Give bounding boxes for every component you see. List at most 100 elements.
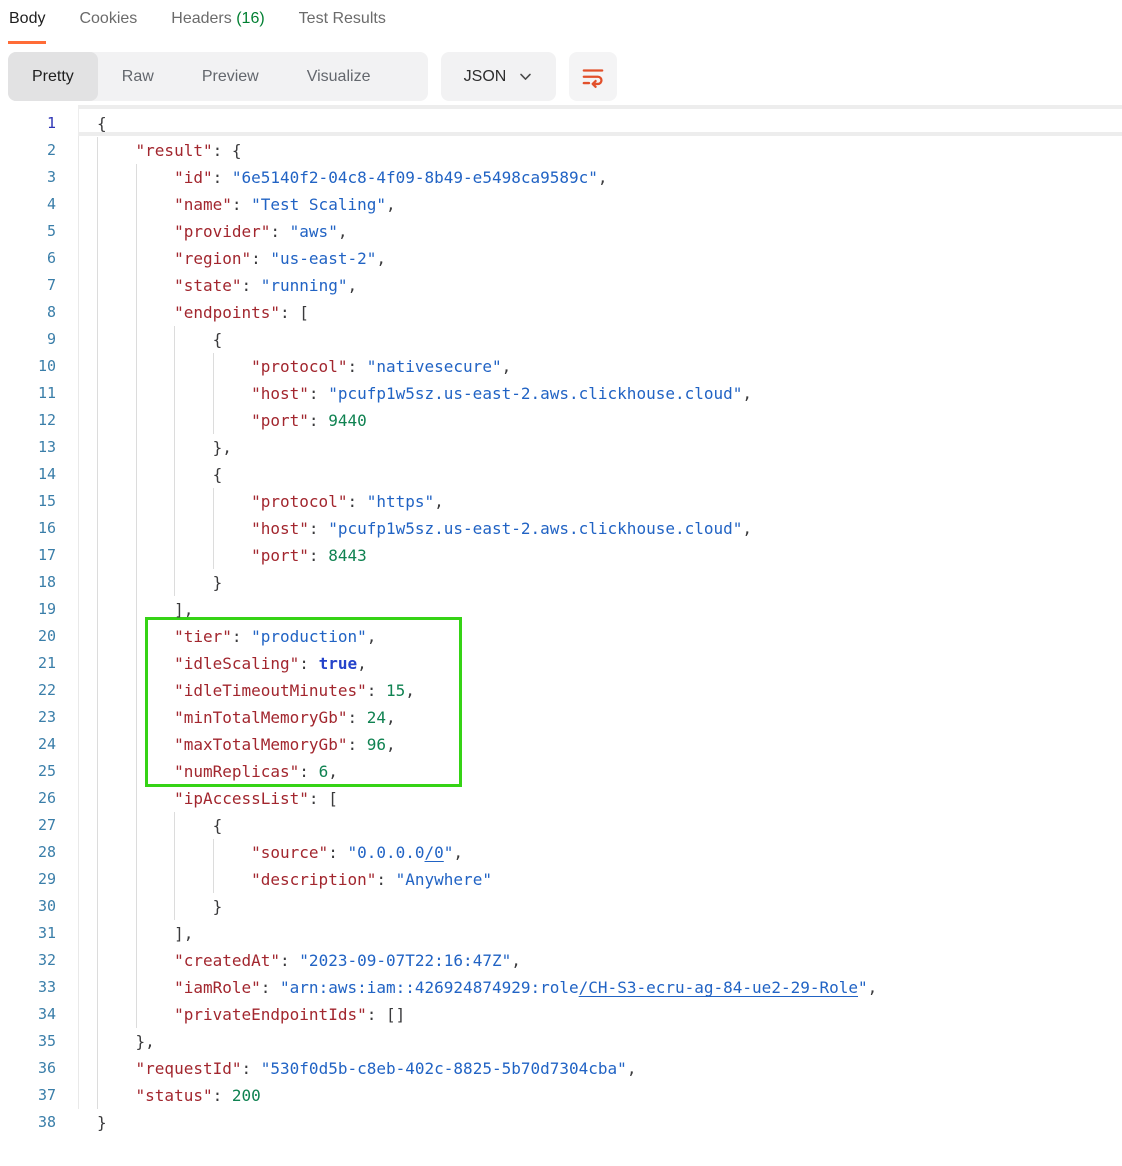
indent-guide bbox=[174, 569, 175, 596]
code-text: "provider": "aws", bbox=[78, 218, 347, 245]
token: : bbox=[251, 249, 270, 268]
token: , bbox=[386, 195, 396, 214]
code-text: "createdAt": "2023-09-07T22:16:47Z", bbox=[78, 947, 521, 974]
token: "result" bbox=[136, 141, 213, 160]
token: "protocol" bbox=[251, 357, 347, 376]
tab-label: Test Results bbox=[299, 10, 386, 27]
code-line: 6 "region": "us-east-2", bbox=[0, 245, 1122, 272]
token: 24 bbox=[367, 708, 386, 727]
indent-guide bbox=[97, 353, 98, 380]
view-switcher: Pretty Raw Preview Visualize bbox=[8, 52, 428, 101]
indent-guide bbox=[174, 542, 175, 569]
token: "running" bbox=[261, 276, 348, 295]
token: "Test Scaling" bbox=[251, 195, 386, 214]
token: "iamRole" bbox=[174, 978, 261, 997]
line-number: 8 bbox=[0, 299, 78, 326]
token: : bbox=[280, 951, 299, 970]
tab-label: Body bbox=[9, 10, 45, 27]
indent-guide bbox=[174, 353, 175, 380]
token: , bbox=[598, 168, 608, 187]
chevron-down-icon bbox=[518, 69, 533, 84]
indent-guide bbox=[97, 245, 98, 272]
tab-body[interactable]: Body bbox=[8, 8, 46, 44]
line-number: 4 bbox=[0, 191, 78, 218]
token: , bbox=[386, 735, 396, 754]
code-line: 32 "createdAt": "2023-09-07T22:16:47Z", bbox=[0, 947, 1122, 974]
indent-guide bbox=[174, 380, 175, 407]
token: : [ bbox=[309, 789, 338, 808]
code-text: "idleTimeoutMinutes": 15, bbox=[78, 677, 415, 704]
wrap-text-icon bbox=[580, 64, 606, 90]
token: : bbox=[299, 654, 318, 673]
line-number: 35 bbox=[0, 1028, 78, 1055]
response-body-editor[interactable]: 1{2 "result": {3 "id": "6e5140f2-04c8-4f… bbox=[0, 110, 1122, 1136]
indent-guide bbox=[136, 326, 137, 353]
view-preview[interactable]: Preview bbox=[178, 52, 283, 101]
code-line: 7 "state": "running", bbox=[0, 272, 1122, 299]
token: : [ bbox=[280, 303, 309, 322]
language-dropdown-label: JSON bbox=[464, 68, 507, 86]
code-line: 28 "source": "0.0.0.0/0", bbox=[0, 839, 1122, 866]
indent-guide bbox=[174, 839, 175, 866]
indent-guide bbox=[136, 353, 137, 380]
code-text: } bbox=[78, 569, 222, 596]
token: } bbox=[213, 897, 223, 916]
code-text: "host": "pcufp1w5sz.us-east-2.aws.clickh… bbox=[78, 515, 752, 542]
line-number: 33 bbox=[0, 974, 78, 1001]
indent-guide bbox=[136, 542, 137, 569]
line-number: 11 bbox=[0, 380, 78, 407]
indent-guide bbox=[97, 1001, 98, 1028]
code-text: } bbox=[78, 893, 222, 920]
line-number: 31 bbox=[0, 920, 78, 947]
token: 6 bbox=[319, 762, 329, 781]
line-number: 28 bbox=[0, 839, 78, 866]
indent-guide bbox=[97, 623, 98, 650]
line-number: 21 bbox=[0, 650, 78, 677]
code-line: 11 "host": "pcufp1w5sz.us-east-2.aws.cli… bbox=[0, 380, 1122, 407]
token: , bbox=[405, 681, 415, 700]
indent-guide bbox=[97, 704, 98, 731]
indent-guide bbox=[136, 677, 137, 704]
indent-guide bbox=[174, 461, 175, 488]
code-line: 4 "name": "Test Scaling", bbox=[0, 191, 1122, 218]
token: "pcufp1w5sz.us-east-2.aws.clickhouse.clo… bbox=[328, 519, 742, 538]
token: "endpoints" bbox=[174, 303, 280, 322]
indent-guide bbox=[97, 812, 98, 839]
indent-guide bbox=[97, 1028, 98, 1055]
tab-headers[interactable]: Headers (16) bbox=[170, 8, 265, 44]
token: " bbox=[858, 978, 868, 997]
view-visualize[interactable]: Visualize bbox=[283, 52, 395, 101]
line-number: 20 bbox=[0, 623, 78, 650]
wrap-text-button[interactable] bbox=[569, 52, 617, 101]
token: 9440 bbox=[328, 411, 367, 430]
token: , bbox=[376, 249, 386, 268]
token: : bbox=[232, 195, 251, 214]
indent-guide bbox=[136, 947, 137, 974]
indent-guide bbox=[136, 812, 137, 839]
response-tabs: Body Cookies Headers (16) Test Results bbox=[0, 0, 1122, 44]
code-text: "endpoints": [ bbox=[78, 299, 309, 326]
indent-guide bbox=[136, 839, 137, 866]
indent-guide bbox=[136, 1001, 137, 1028]
code-line: 20 "tier": "production", bbox=[0, 623, 1122, 650]
view-raw[interactable]: Raw bbox=[98, 52, 178, 101]
indent-guide bbox=[136, 596, 137, 623]
code-line: 3 "id": "6e5140f2-04c8-4f09-8b49-e5498ca… bbox=[0, 164, 1122, 191]
language-dropdown[interactable]: JSON bbox=[441, 52, 556, 101]
indent-guide bbox=[213, 515, 214, 542]
tab-cookies[interactable]: Cookies bbox=[78, 8, 138, 44]
tab-test-results[interactable]: Test Results bbox=[298, 8, 387, 44]
indent-guide bbox=[97, 515, 98, 542]
code-text: { bbox=[78, 812, 222, 839]
line-number: 23 bbox=[0, 704, 78, 731]
indent-guide bbox=[213, 866, 214, 893]
line-number: 29 bbox=[0, 866, 78, 893]
code-text: "protocol": "https", bbox=[78, 488, 444, 515]
token: 200 bbox=[232, 1086, 261, 1105]
indent-guide bbox=[97, 731, 98, 758]
token: : bbox=[309, 411, 328, 430]
code-text: "status": 200 bbox=[78, 1082, 261, 1109]
view-pretty[interactable]: Pretty bbox=[8, 52, 98, 101]
token: /0 bbox=[425, 843, 444, 862]
code-text: "minTotalMemoryGb": 24, bbox=[78, 704, 396, 731]
